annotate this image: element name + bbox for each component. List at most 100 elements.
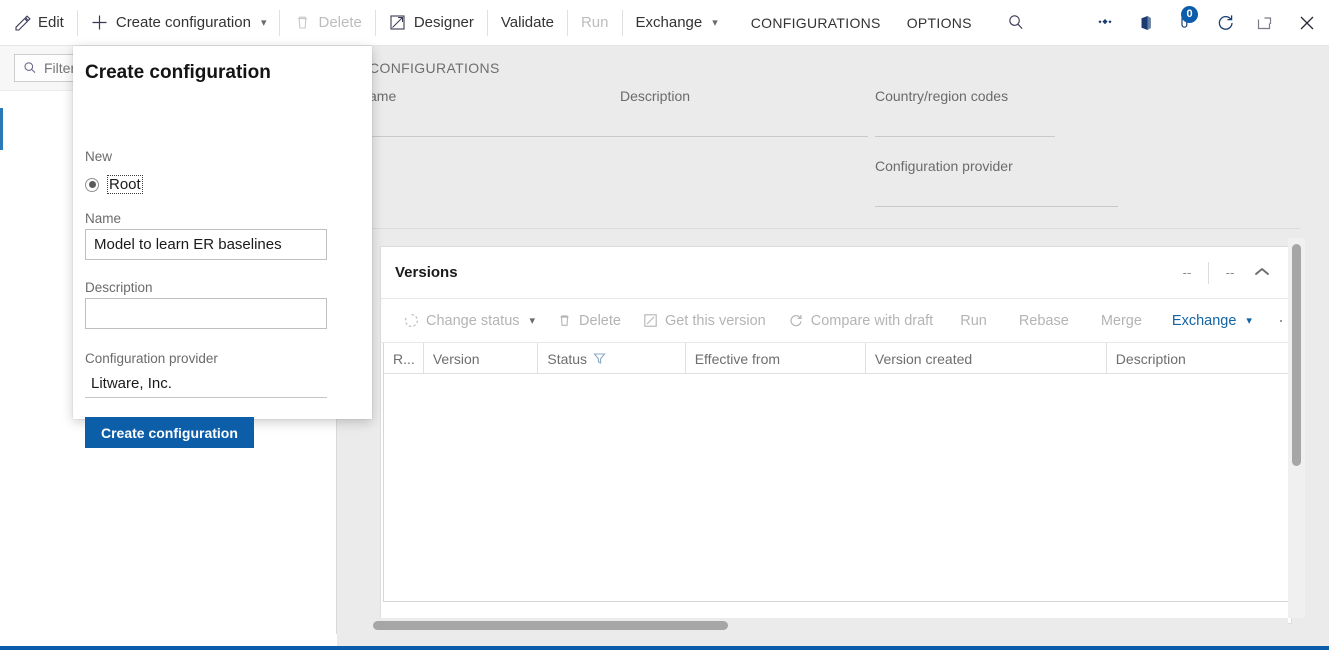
root-radio-row[interactable]: Root [85, 176, 142, 193]
delete-button[interactable]: Delete [280, 0, 374, 46]
column-header-status-label: Status [547, 351, 587, 367]
column-header-version-created[interactable]: Version created [866, 343, 1107, 374]
new-section-label: New [85, 149, 112, 164]
description-input[interactable] [85, 298, 327, 329]
delete-label: Delete [318, 14, 361, 31]
exchange-label: Exchange [636, 14, 703, 31]
compare-with-draft-button[interactable]: Compare with draft [777, 299, 945, 343]
edit-button[interactable]: Edit [0, 0, 77, 46]
divider [1208, 262, 1209, 284]
left-pane-footer [0, 634, 337, 646]
designer-label: Designer [414, 14, 474, 31]
close-icon[interactable] [1285, 0, 1329, 46]
versions-panel: Versions -- -- Change status ▾ [380, 246, 1292, 624]
get-this-version-button[interactable]: Get this version [632, 299, 777, 343]
versions-exchange-label: Exchange [1172, 313, 1237, 329]
filter-icon[interactable] [593, 352, 606, 365]
popout-icon[interactable] [1245, 0, 1285, 46]
versions-grid-body[interactable] [384, 374, 1288, 601]
versions-delete-button[interactable]: Delete [546, 299, 632, 343]
name-label: Name [85, 211, 121, 226]
change-status-button[interactable]: Change status ▾ [393, 299, 546, 343]
pencil-icon [13, 14, 31, 32]
radio-root[interactable] [85, 178, 99, 192]
versions-exchange-menu[interactable]: Exchange ▾ [1158, 299, 1266, 343]
chevron-down-icon: ▾ [712, 16, 718, 29]
versions-panel-header: Versions -- -- [381, 247, 1291, 299]
name-input[interactable] [85, 229, 327, 260]
trash-icon [293, 14, 311, 32]
flyout-title: Create configuration [85, 62, 271, 84]
versions-grid-header: R... Version Status Effective from [384, 343, 1288, 374]
horizontal-scrollbar-thumb[interactable] [373, 621, 728, 630]
radio-dot-icon [89, 181, 96, 188]
column-header-r[interactable]: R... [384, 343, 424, 374]
column-header-description[interactable]: Description [1107, 343, 1288, 374]
column-header-version[interactable]: Version [424, 343, 539, 374]
field-description[interactable]: Description [620, 88, 868, 137]
chevron-up-icon[interactable] [1247, 264, 1277, 281]
merge-button[interactable]: Merge [1085, 299, 1158, 343]
field-name-label: ame [369, 88, 634, 104]
office-icon[interactable] [1125, 0, 1165, 46]
rebase-button[interactable]: Rebase [1003, 299, 1085, 343]
designer-icon [389, 14, 407, 32]
search-button[interactable] [985, 0, 1038, 46]
spinner-icon [404, 313, 419, 328]
radio-root-label: Root [108, 176, 142, 193]
versions-grid: R... Version Status Effective from [383, 343, 1289, 602]
description-label: Description [85, 280, 153, 295]
create-configuration-submit-button[interactable]: Create configuration [85, 417, 254, 448]
configuration-provider-label: Configuration provider [85, 351, 218, 366]
exchange-menu[interactable]: Exchange ▾ [623, 0, 731, 46]
tab-options-label: OPTIONS [907, 15, 972, 31]
refresh-icon [788, 313, 804, 329]
versions-summary-left: -- [1170, 265, 1204, 280]
field-configuration-provider-underline [875, 206, 1118, 207]
refresh-icon[interactable] [1205, 0, 1245, 46]
run-label: Run [581, 14, 609, 31]
run-button[interactable]: Run [568, 0, 622, 46]
configuration-provider-input[interactable] [85, 370, 327, 398]
versions-delete-label: Delete [579, 313, 621, 329]
form-caption: CONFIGURATIONS [369, 60, 500, 76]
search-icon [23, 61, 37, 75]
bottom-accent-bar [0, 646, 1329, 650]
validate-button[interactable]: Validate [488, 0, 567, 46]
field-country-region-codes[interactable]: Country/region codes [875, 88, 1055, 137]
diamonds-icon[interactable] [1085, 0, 1125, 46]
validate-label: Validate [501, 14, 554, 31]
column-header-description-label: Description [1116, 351, 1186, 367]
chevron-down-icon: ▾ [261, 16, 267, 29]
versions-run-label: Run [960, 313, 987, 329]
field-configuration-provider[interactable]: Configuration provider [875, 158, 1118, 207]
versions-summary-right: -- [1213, 265, 1247, 280]
notification-badge: 0 [1181, 6, 1198, 23]
field-description-label: Description [620, 88, 868, 104]
app-window: Edit Create configuration ▾ Delete Desig… [0, 0, 1329, 650]
create-configuration-flyout: Create configuration New Root Name Descr… [73, 46, 372, 419]
trash-icon [557, 313, 572, 328]
create-configuration-button[interactable]: Create configuration ▾ [78, 0, 280, 46]
column-header-status[interactable]: Status [538, 343, 685, 374]
top-command-bar: Edit Create configuration ▾ Delete Desig… [0, 0, 1329, 46]
vertical-scrollbar-thumb[interactable] [1292, 244, 1301, 466]
designer-button[interactable]: Designer [376, 0, 487, 46]
column-header-effective-from-label: Effective from [695, 351, 780, 367]
column-header-r-label: R... [393, 351, 415, 367]
topbar-right-icons: 0 [1085, 0, 1329, 46]
tab-configurations[interactable]: CONFIGURATIONS [731, 0, 894, 46]
versions-header-controls: -- -- [1170, 262, 1277, 284]
tab-options[interactable]: OPTIONS [894, 0, 985, 46]
versions-run-button[interactable]: Run [944, 299, 1003, 343]
content-area: CONFIGURATIONS ame Description Country/r… [337, 46, 1329, 650]
field-name[interactable]: ame [369, 88, 634, 137]
notifications-icon[interactable]: 0 [1165, 0, 1205, 46]
column-header-effective-from[interactable]: Effective from [686, 343, 866, 374]
chevron-down-icon: ▾ [530, 314, 536, 327]
compare-with-draft-label: Compare with draft [811, 313, 934, 329]
versions-toolbar: Change status ▾ Delete Get this version [381, 299, 1291, 343]
rebase-label: Rebase [1019, 313, 1069, 329]
column-header-version-created-label: Version created [875, 351, 972, 367]
change-status-label: Change status [426, 313, 520, 329]
